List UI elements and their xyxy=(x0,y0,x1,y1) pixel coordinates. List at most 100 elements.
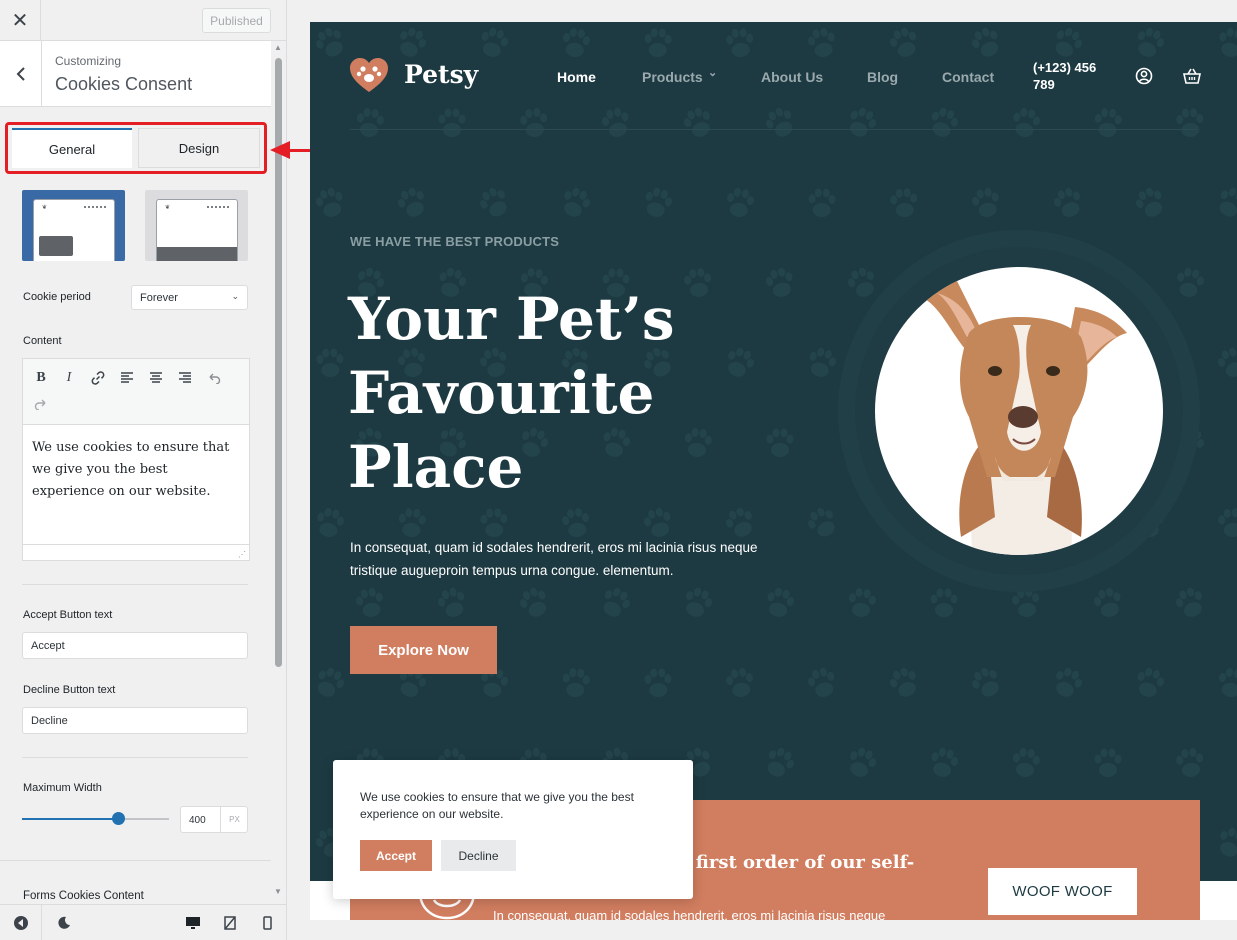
paw-print-icon xyxy=(1135,187,1163,217)
mobile-preview-icon[interactable] xyxy=(255,905,279,940)
decline-text-label: Decline Button text xyxy=(23,684,116,696)
paw-print-icon xyxy=(400,27,427,57)
italic-icon[interactable]: I xyxy=(58,367,80,389)
tab-design[interactable]: Design xyxy=(138,128,260,168)
paw-print-icon xyxy=(726,668,753,697)
undo-icon[interactable] xyxy=(203,367,225,389)
customizer-footer xyxy=(0,904,286,940)
resize-handle-icon[interactable]: ⋰ xyxy=(238,550,246,559)
content-editor[interactable]: B I We use cookies to ensure that we giv… xyxy=(22,358,250,561)
paw-print-icon xyxy=(316,27,343,57)
redo-icon[interactable] xyxy=(30,393,52,415)
nav-blog[interactable]: Blog xyxy=(867,69,898,85)
paw-print-icon xyxy=(644,28,672,57)
paw-print-icon xyxy=(1094,587,1121,617)
paw-print-icon xyxy=(562,508,589,537)
align-left-icon[interactable] xyxy=(116,367,138,389)
layout-preview-box: ❦ xyxy=(33,199,115,261)
paw-print-icon xyxy=(316,348,344,377)
dog-photo xyxy=(875,267,1163,555)
paw-print-icon xyxy=(766,267,793,297)
align-center-icon[interactable] xyxy=(145,367,167,389)
max-width-number-input[interactable]: 400 PX xyxy=(180,806,248,833)
site-brand[interactable]: Petsy xyxy=(404,60,478,89)
layout-option-bar[interactable]: ❦ xyxy=(145,190,248,261)
paw-print-icon xyxy=(971,27,999,57)
paw-print-icon xyxy=(356,587,383,617)
basket-icon[interactable] xyxy=(1182,66,1202,86)
cookie-consent-popup: We use cookies to ensure that we give yo… xyxy=(333,760,693,899)
paw-print-icon xyxy=(519,587,547,617)
max-width-value: 400 xyxy=(189,815,206,826)
slider-fill xyxy=(22,818,118,820)
paw-print-icon xyxy=(847,267,874,297)
paw-print-icon xyxy=(848,588,876,617)
dog-illustration xyxy=(921,277,1127,555)
scroll-down-icon[interactable]: ▼ xyxy=(274,887,282,896)
chevron-down-icon: ⌄ xyxy=(231,291,239,301)
paw-heart-logo-icon[interactable] xyxy=(348,56,390,94)
paw-print-icon xyxy=(686,587,713,617)
collapse-sidebar-icon[interactable] xyxy=(0,905,42,940)
link-icon[interactable] xyxy=(87,367,109,389)
forms-cookies-section-label[interactable]: Forms Cookies Content xyxy=(23,890,144,902)
decline-text-input[interactable]: Decline xyxy=(22,707,248,734)
close-icon[interactable]: ✕ xyxy=(0,0,41,40)
publish-button[interactable]: Published xyxy=(202,8,271,33)
nav-contact[interactable]: Contact xyxy=(942,69,994,85)
woof-woof-button[interactable]: WOOF WOOF xyxy=(988,868,1137,915)
cookie-decline-button[interactable]: Decline xyxy=(441,840,516,871)
tablet-preview-icon[interactable] xyxy=(218,905,242,940)
paw-print-icon xyxy=(397,187,424,217)
mini-popup-shape xyxy=(39,236,73,256)
paw-print-icon xyxy=(767,587,794,617)
paw-print-icon xyxy=(356,108,384,137)
max-width-slider[interactable] xyxy=(22,818,169,820)
editor-content-text[interactable]: We use cookies to ensure that we give yo… xyxy=(32,437,244,503)
nav-about-us[interactable]: About Us xyxy=(761,69,823,85)
paw-print-icon xyxy=(807,667,835,697)
paw-print-icon xyxy=(726,28,754,57)
tab-general[interactable]: General xyxy=(12,128,132,168)
nav-home[interactable]: Home xyxy=(557,69,596,85)
paw-print-icon xyxy=(1056,667,1083,697)
bold-icon[interactable]: B xyxy=(30,367,52,389)
paw-print-icon xyxy=(727,188,754,217)
hero-title-line: Favourite xyxy=(348,359,655,427)
hero-description-line: In consequat, quam id sodales hendrerit,… xyxy=(350,540,758,555)
paw-print-icon xyxy=(1219,27,1237,57)
paw-print-icon xyxy=(1094,108,1122,137)
scrollbar[interactable]: ▲ ▼ xyxy=(271,41,286,907)
paw-print-icon xyxy=(562,668,590,697)
cookie-accept-button[interactable]: Accept xyxy=(360,840,432,871)
breadcrumb: Customizing xyxy=(55,54,122,68)
paw-print-icon xyxy=(808,188,836,217)
paw-print-icon xyxy=(644,668,672,697)
cookie-period-label: Cookie period xyxy=(23,291,91,303)
align-right-icon[interactable] xyxy=(174,367,196,389)
paw-print-icon xyxy=(808,27,835,57)
paw-print-icon xyxy=(1219,668,1237,697)
cookie-consent-text: We use cookies to ensure that we give yo… xyxy=(360,790,634,821)
slider-thumb[interactable] xyxy=(111,812,125,825)
paw-print-icon xyxy=(766,107,793,137)
chevron-down-icon[interactable]: ⌄ xyxy=(708,66,717,79)
paw-print-icon xyxy=(1013,107,1040,137)
accept-text-input[interactable]: Accept xyxy=(22,632,248,659)
user-account-icon[interactable] xyxy=(1134,66,1154,86)
desktop-preview-icon[interactable] xyxy=(180,905,206,940)
paw-print-icon xyxy=(603,587,630,617)
cookie-period-select[interactable]: Forever ⌄ xyxy=(131,285,248,310)
back-icon[interactable] xyxy=(0,41,42,106)
paw-print-icon xyxy=(1053,187,1081,217)
dark-mode-icon[interactable] xyxy=(50,905,78,940)
scroll-up-icon[interactable]: ▲ xyxy=(274,43,282,52)
paw-print-icon xyxy=(438,108,466,137)
divider xyxy=(22,584,248,585)
nav-products[interactable]: Products xyxy=(642,69,703,85)
annotation-arrow-head xyxy=(270,141,290,159)
mini-logo-icon: ❦ xyxy=(42,205,48,211)
explore-now-button[interactable]: Explore Now xyxy=(350,626,497,674)
layout-option-box[interactable]: ❦ xyxy=(22,190,125,261)
phone-number[interactable]: (+123) 456 789 xyxy=(1033,59,1113,93)
